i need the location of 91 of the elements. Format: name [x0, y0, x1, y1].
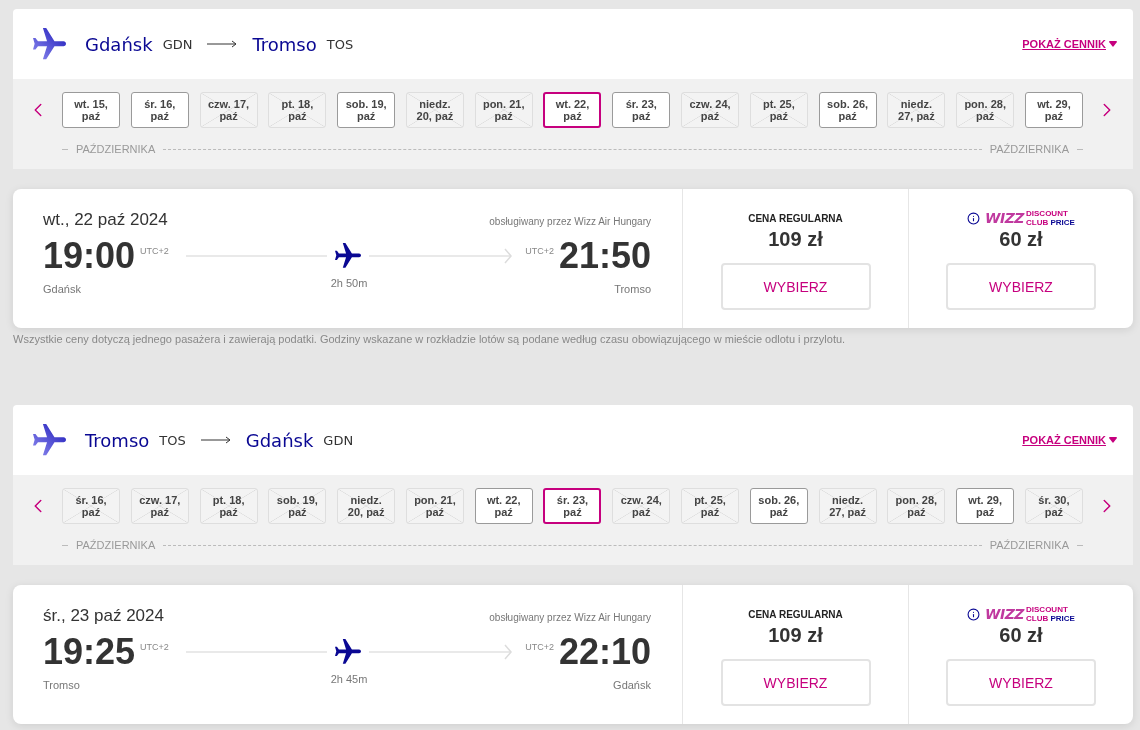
arrival-time: 21:50: [558, 235, 651, 277]
arrival-city: Tromso: [614, 283, 651, 296]
brand-wordmark: WIZZ: [985, 605, 1025, 623]
origin-city: Tromso: [85, 429, 150, 451]
timezone-label: UTC+2: [525, 246, 554, 256]
fare-label: CENA REGULARNA: [748, 608, 843, 620]
info-icon[interactable]: [967, 211, 981, 225]
date-tile[interactable]: pt. 18, paź: [199, 488, 258, 524]
date-tile[interactable]: śr. 16, paź: [62, 488, 120, 524]
select-button[interactable]: WYBIERZ: [720, 659, 871, 706]
select-button[interactable]: WYBIERZ: [946, 263, 1096, 310]
date-tile[interactable]: wt. 29, paź: [1024, 92, 1083, 128]
date-tile[interactable]: sob. 26, paź: [749, 488, 808, 524]
caret-down-icon: [1109, 437, 1117, 443]
flight-duration: 2h 50m: [330, 277, 368, 290]
date-tile[interactable]: śr. 16, paź: [130, 92, 189, 128]
flight-duration: 2h 45m: [330, 673, 368, 686]
origin-code: TOS: [159, 432, 186, 448]
date-tile[interactable]: niedz. 20, paź: [337, 488, 396, 524]
long-arrow-icon: [207, 40, 238, 48]
month-label: PAŹDZIERNIKA: [76, 538, 156, 552]
departure-time: 19:25: [43, 631, 136, 673]
arrival-city: Gdańsk: [613, 679, 651, 692]
fare-price: 60 zł: [999, 623, 1043, 647]
tagline-text: DISCOUNT: [1026, 209, 1069, 218]
date-tile[interactable]: sob. 26, paź: [818, 92, 877, 128]
fare-price: 109 zł: [768, 227, 823, 251]
date-tile[interactable]: pt. 25, paź: [681, 488, 740, 524]
arrival-time: 22:10: [558, 631, 651, 673]
departure-city: Gdańsk: [43, 283, 81, 296]
origin-city: Gdańsk: [85, 33, 153, 55]
date-tile[interactable]: niedz. 27, paź: [818, 488, 877, 524]
date-tile[interactable]: czw. 24, paź: [681, 92, 740, 128]
arrowhead-icon: [504, 644, 513, 660]
price-list-link[interactable]: POKAŻ CENNIK: [1022, 434, 1117, 446]
date-tile[interactable]: śr. 23, paź: [612, 92, 671, 128]
date-tile[interactable]: pon. 21, paź: [474, 92, 533, 128]
date-tile[interactable]: pon. 28, paź: [887, 488, 946, 524]
flight-date: wt., 22 paź 2024: [43, 209, 168, 231]
date-tile[interactable]: wt. 22, paź: [543, 92, 602, 128]
date-tile[interactable]: wt. 15, paź: [62, 92, 120, 128]
plane-icon: [33, 27, 66, 61]
operator-note: obsługiwany przez Wizz Air Hungary: [489, 216, 651, 227]
date-tile[interactable]: pt. 25, paź: [749, 92, 808, 128]
timezone-label: UTC+2: [140, 642, 169, 652]
plane-icon: [335, 639, 361, 665]
plane-icon: [33, 423, 66, 457]
date-tile[interactable]: czw. 24, paź: [612, 488, 671, 524]
flight-date: śr., 23 paź 2024: [43, 605, 164, 627]
date-tile[interactable]: sob. 19, paź: [337, 92, 396, 128]
plane-icon: [335, 243, 361, 269]
brand-wordmark: WIZZ: [985, 209, 1025, 227]
disclaimer-text: Wszystkie ceny dotyczą jednego pasażera i zawierają podatki. Godziny wskazane w rozkładzie lotów są podane według czasu obowiązującego w mieście odlotu i przylotu.: [13, 332, 847, 346]
date-tile[interactable]: śr. 30, paź: [1024, 488, 1083, 524]
tagline-text: CLUB PRICE: [1026, 218, 1075, 227]
month-label: PAŹDZIERNIKA: [76, 142, 156, 156]
long-arrow-icon: [200, 436, 231, 444]
tagline-text: CLUB PRICE: [1026, 614, 1075, 623]
fare-price: 60 zł: [999, 227, 1043, 251]
timezone-label: UTC+2: [140, 246, 169, 256]
date-tile[interactable]: wt. 22, paź: [474, 488, 533, 524]
select-button[interactable]: WYBIERZ: [720, 263, 871, 310]
departure-time: 19:00: [43, 235, 136, 277]
month-label: PAŹDZIERNIKA: [989, 142, 1069, 156]
price-list-link[interactable]: POKAŻ CENNIK: [1022, 38, 1117, 50]
operator-note: obsługiwany przez Wizz Air Hungary: [489, 612, 651, 623]
fare-price: 109 zł: [768, 623, 823, 647]
date-tile[interactable]: niedz. 20, paź: [405, 92, 464, 128]
destination-city: Gdańsk: [245, 429, 314, 451]
date-tile[interactable]: pt. 18, paź: [268, 92, 327, 128]
origin-code: GDN: [162, 36, 193, 52]
date-tile[interactable]: czw. 17, paź: [130, 488, 189, 524]
departure-city: Tromso: [43, 679, 80, 692]
arrowhead-icon: [504, 248, 513, 264]
date-tile[interactable]: śr. 23, paź: [543, 488, 602, 524]
timezone-label: UTC+2: [525, 642, 554, 652]
destination-code: TOS: [326, 36, 354, 52]
date-tile[interactable]: wt. 29, paź: [956, 488, 1015, 524]
month-label: PAŹDZIERNIKA: [989, 538, 1069, 552]
caret-down-icon: [1109, 41, 1117, 47]
date-tile[interactable]: pon. 21, paź: [405, 488, 464, 524]
info-icon[interactable]: [967, 607, 981, 621]
fare-label: CENA REGULARNA: [748, 212, 843, 224]
date-tile[interactable]: pon. 28, paź: [956, 92, 1015, 128]
destination-city: Tromso: [252, 33, 317, 55]
select-button[interactable]: WYBIERZ: [946, 659, 1096, 706]
date-tile[interactable]: niedz. 27, paź: [887, 92, 946, 128]
destination-code: GDN: [323, 432, 354, 448]
date-tile[interactable]: sob. 19, paź: [268, 488, 327, 524]
date-tile[interactable]: czw. 17, paź: [199, 92, 258, 128]
tagline-text: DISCOUNT: [1026, 605, 1069, 614]
